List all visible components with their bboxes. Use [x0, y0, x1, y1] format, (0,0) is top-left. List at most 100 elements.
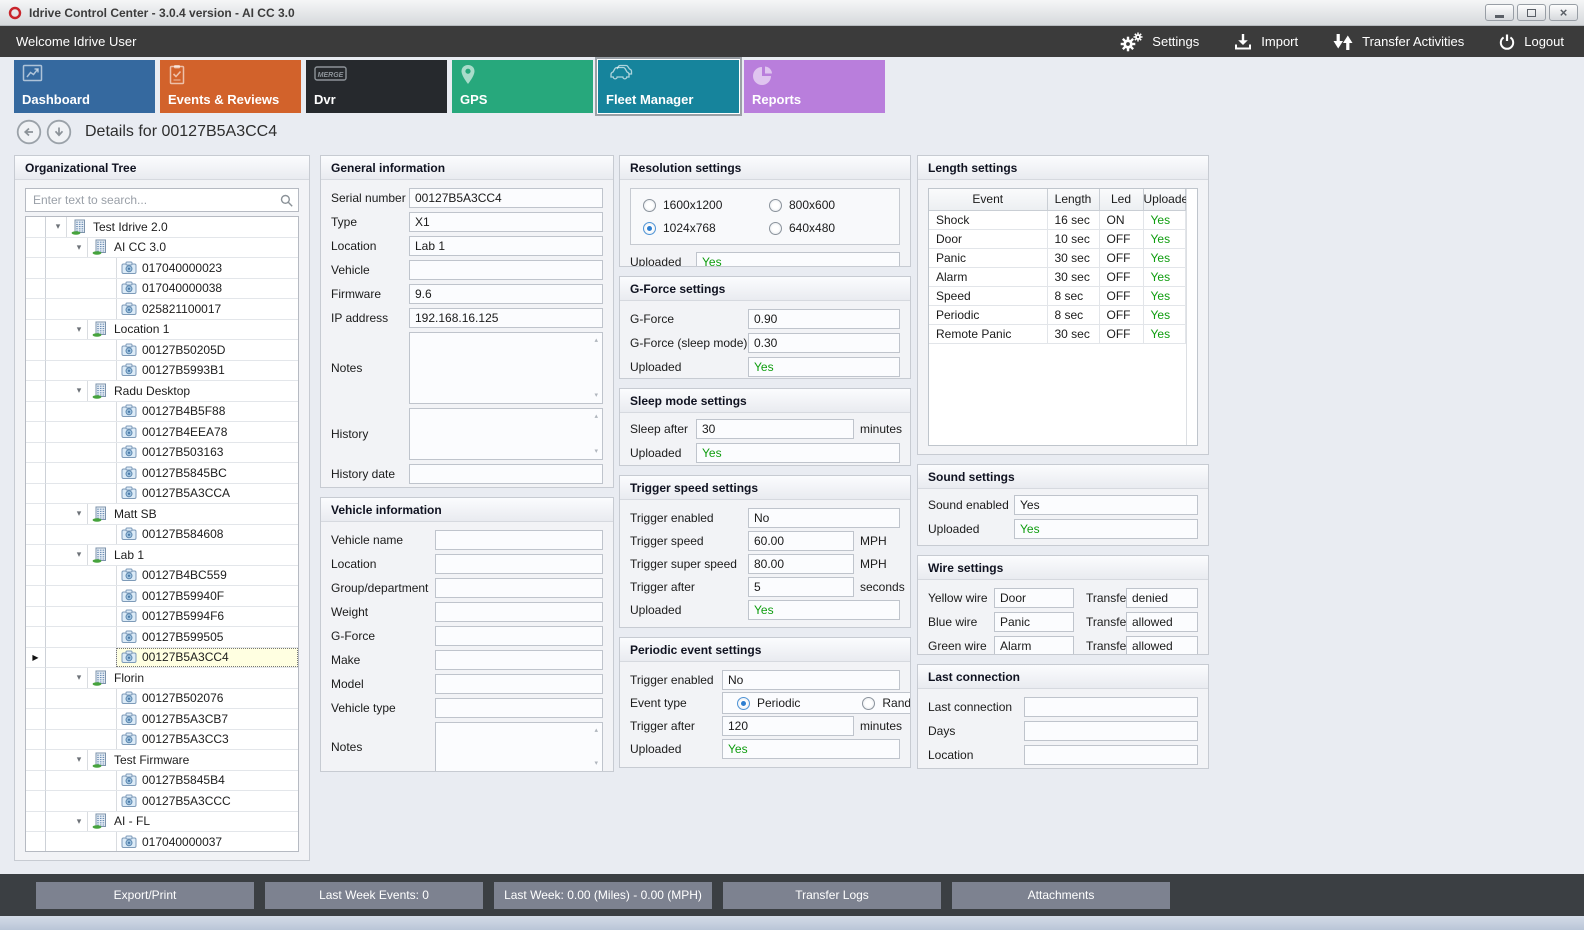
- expander-icon[interactable]: ▾: [71, 324, 87, 335]
- trigger-after-input[interactable]: [722, 716, 854, 736]
- make-input[interactable]: [435, 650, 603, 670]
- resolution-640x480-radio[interactable]: 640x480: [769, 221, 887, 235]
- tree-device-017040000037[interactable]: 017040000037: [26, 832, 298, 852]
- table-scrollbar[interactable]: [1186, 189, 1197, 445]
- resolution-1024x768-radio[interactable]: 1024x768: [643, 221, 761, 235]
- group-department-input[interactable]: [435, 578, 603, 598]
- tree-group-matt-sb[interactable]: ▾Matt SB: [26, 504, 298, 525]
- sleep-after-input[interactable]: [696, 419, 854, 439]
- days-input[interactable]: [1024, 721, 1198, 741]
- tab-reports[interactable]: Reports: [744, 60, 885, 113]
- uploaded-input[interactable]: [722, 739, 900, 759]
- scroll-up-icon[interactable]: ▴: [594, 413, 598, 420]
- vehicle-input[interactable]: [409, 260, 603, 280]
- green-wire-input[interactable]: [994, 636, 1074, 655]
- expander-icon[interactable]: ▾: [71, 672, 87, 683]
- trigger-after-input[interactable]: [748, 577, 854, 597]
- expander-icon[interactable]: ▾: [71, 242, 87, 253]
- uploaded-input[interactable]: [1014, 519, 1198, 539]
- tree-device-00127b502076[interactable]: 00127B502076: [26, 689, 298, 710]
- g-force-sleep-mode-input[interactable]: [748, 333, 900, 353]
- location-input[interactable]: [409, 236, 603, 256]
- search-input[interactable]: [25, 188, 299, 212]
- firmware-input[interactable]: [409, 284, 603, 304]
- scroll-down-icon[interactable]: ▾: [594, 760, 598, 767]
- tree-device-00127b50205d[interactable]: 00127B50205D: [26, 340, 298, 361]
- scroll-down-button[interactable]: [46, 119, 72, 145]
- tab-events-reviews[interactable]: Events & Reviews: [160, 60, 301, 113]
- history-textarea[interactable]: ▴▾: [409, 408, 603, 460]
- trigger-super-speed-input[interactable]: [748, 554, 854, 574]
- ip-address-input[interactable]: [409, 308, 603, 328]
- length-row-shock[interactable]: Shock16 secONYes: [929, 210, 1186, 229]
- tree-group-location-1[interactable]: ▾Location 1: [26, 320, 298, 341]
- tree-device-00127b5a3ccc[interactable]: 00127B5A3CCC: [26, 791, 298, 812]
- last-week-button[interactable]: Last Week: 0.00 (Miles) - 0.00 (MPH): [494, 882, 712, 909]
- transfer-logs-button[interactable]: Transfer Logs: [723, 882, 941, 909]
- tab-fleet-manager[interactable]: Fleet Manager: [598, 60, 739, 113]
- tree-device-00127b5994f6[interactable]: 00127B5994F6: [26, 607, 298, 628]
- tree-device-00127b5845b4[interactable]: 00127B5845B4: [26, 771, 298, 792]
- tree-group-radu-desktop[interactable]: ▾Radu Desktop: [26, 381, 298, 402]
- tree-group-test-firmware[interactable]: ▾Test Firmware: [26, 750, 298, 771]
- uploaded-input[interactable]: [696, 252, 900, 267]
- tree-group-lab-1[interactable]: ▾Lab 1: [26, 545, 298, 566]
- import-button[interactable]: Import: [1233, 32, 1298, 52]
- random-radio[interactable]: Random: [862, 696, 911, 710]
- uploaded-input[interactable]: [696, 443, 900, 463]
- tab-dashboard[interactable]: Dashboard: [14, 60, 155, 113]
- expander-icon[interactable]: ▾: [71, 385, 87, 396]
- tree-device-00127b4eea78[interactable]: 00127B4EEA78: [26, 422, 298, 443]
- tree-device-00127b59940f[interactable]: 00127B59940F: [26, 586, 298, 607]
- last-week-events-button[interactable]: Last Week Events: 0: [265, 882, 483, 909]
- trigger-enabled-input[interactable]: [748, 508, 900, 528]
- maximize-button[interactable]: [1517, 4, 1546, 21]
- expander-icon[interactable]: ▾: [71, 508, 87, 519]
- transfer-activities-button[interactable]: Transfer Activities: [1332, 32, 1464, 52]
- vehicle-type-input[interactable]: [435, 698, 603, 718]
- history-date-input[interactable]: [409, 464, 603, 484]
- tree-device-00127b5993b1[interactable]: 00127B5993B1: [26, 361, 298, 382]
- tree-device-00127b4bc559[interactable]: 00127B4BC559: [26, 566, 298, 587]
- trigger-speed-input[interactable]: [748, 531, 854, 551]
- tree-device-00127b5a3cb7[interactable]: 00127B5A3CB7: [26, 709, 298, 730]
- tab-gps[interactable]: GPS: [452, 60, 593, 113]
- tab-dvr[interactable]: MERGEDvr: [306, 60, 447, 113]
- green-wire-transfer-input[interactable]: [1126, 636, 1198, 655]
- periodic-radio[interactable]: Periodic: [737, 696, 800, 710]
- yellow-wire-input[interactable]: [994, 588, 1074, 608]
- tree-device-025821100017[interactable]: 025821100017: [26, 299, 298, 320]
- tree-group-ai-cc-3-0[interactable]: ▾AI CC 3.0: [26, 238, 298, 259]
- yellow-wire-transfer-input[interactable]: [1126, 588, 1198, 608]
- logout-button[interactable]: Logout: [1498, 33, 1564, 51]
- serial-number-input[interactable]: [409, 188, 603, 208]
- attachments-button[interactable]: Attachments: [952, 882, 1170, 909]
- close-button[interactable]: ×: [1549, 4, 1578, 21]
- tree-group-test-idrive-2-0[interactable]: ▾Test Idrive 2.0: [26, 217, 298, 238]
- sound-enabled-input[interactable]: [1014, 495, 1198, 515]
- blue-wire-transfer-input[interactable]: [1126, 612, 1198, 632]
- tree-device-00127b4b5f88[interactable]: 00127B4B5F88: [26, 402, 298, 423]
- resolution-1600x1200-radio[interactable]: 1600x1200: [643, 198, 761, 212]
- length-row-remote-panic[interactable]: Remote Panic30 secOFFYes: [929, 324, 1186, 343]
- length-row-speed[interactable]: Speed8 secOFFYes: [929, 286, 1186, 305]
- tree-device-00127b5a3cc4[interactable]: ▶00127B5A3CC4: [26, 648, 298, 669]
- expander-icon[interactable]: ▾: [71, 754, 87, 765]
- tree-group-florin[interactable]: ▾Florin: [26, 668, 298, 689]
- tree-device-00127b503163[interactable]: 00127B503163: [26, 443, 298, 464]
- back-button[interactable]: [16, 119, 42, 145]
- expander-icon[interactable]: ▾: [50, 221, 66, 232]
- trigger-enabled-input[interactable]: [722, 670, 900, 690]
- length-row-periodic[interactable]: Periodic8 secOFFYes: [929, 305, 1186, 324]
- tree-device-00127b5845bc[interactable]: 00127B5845BC: [26, 463, 298, 484]
- g-force-input[interactable]: [748, 309, 900, 329]
- scroll-down-icon[interactable]: ▾: [594, 392, 598, 399]
- tree-device-017040000023[interactable]: 017040000023: [26, 258, 298, 279]
- settings-button[interactable]: Settings: [1118, 31, 1199, 53]
- length-row-panic[interactable]: Panic30 secOFFYes: [929, 248, 1186, 267]
- tree-device-017040000038[interactable]: 017040000038: [26, 279, 298, 300]
- scroll-down-icon[interactable]: ▾: [594, 448, 598, 455]
- model-input[interactable]: [435, 674, 603, 694]
- scroll-up-icon[interactable]: ▴: [594, 337, 598, 344]
- length-row-door[interactable]: Door10 secOFFYes: [929, 229, 1186, 248]
